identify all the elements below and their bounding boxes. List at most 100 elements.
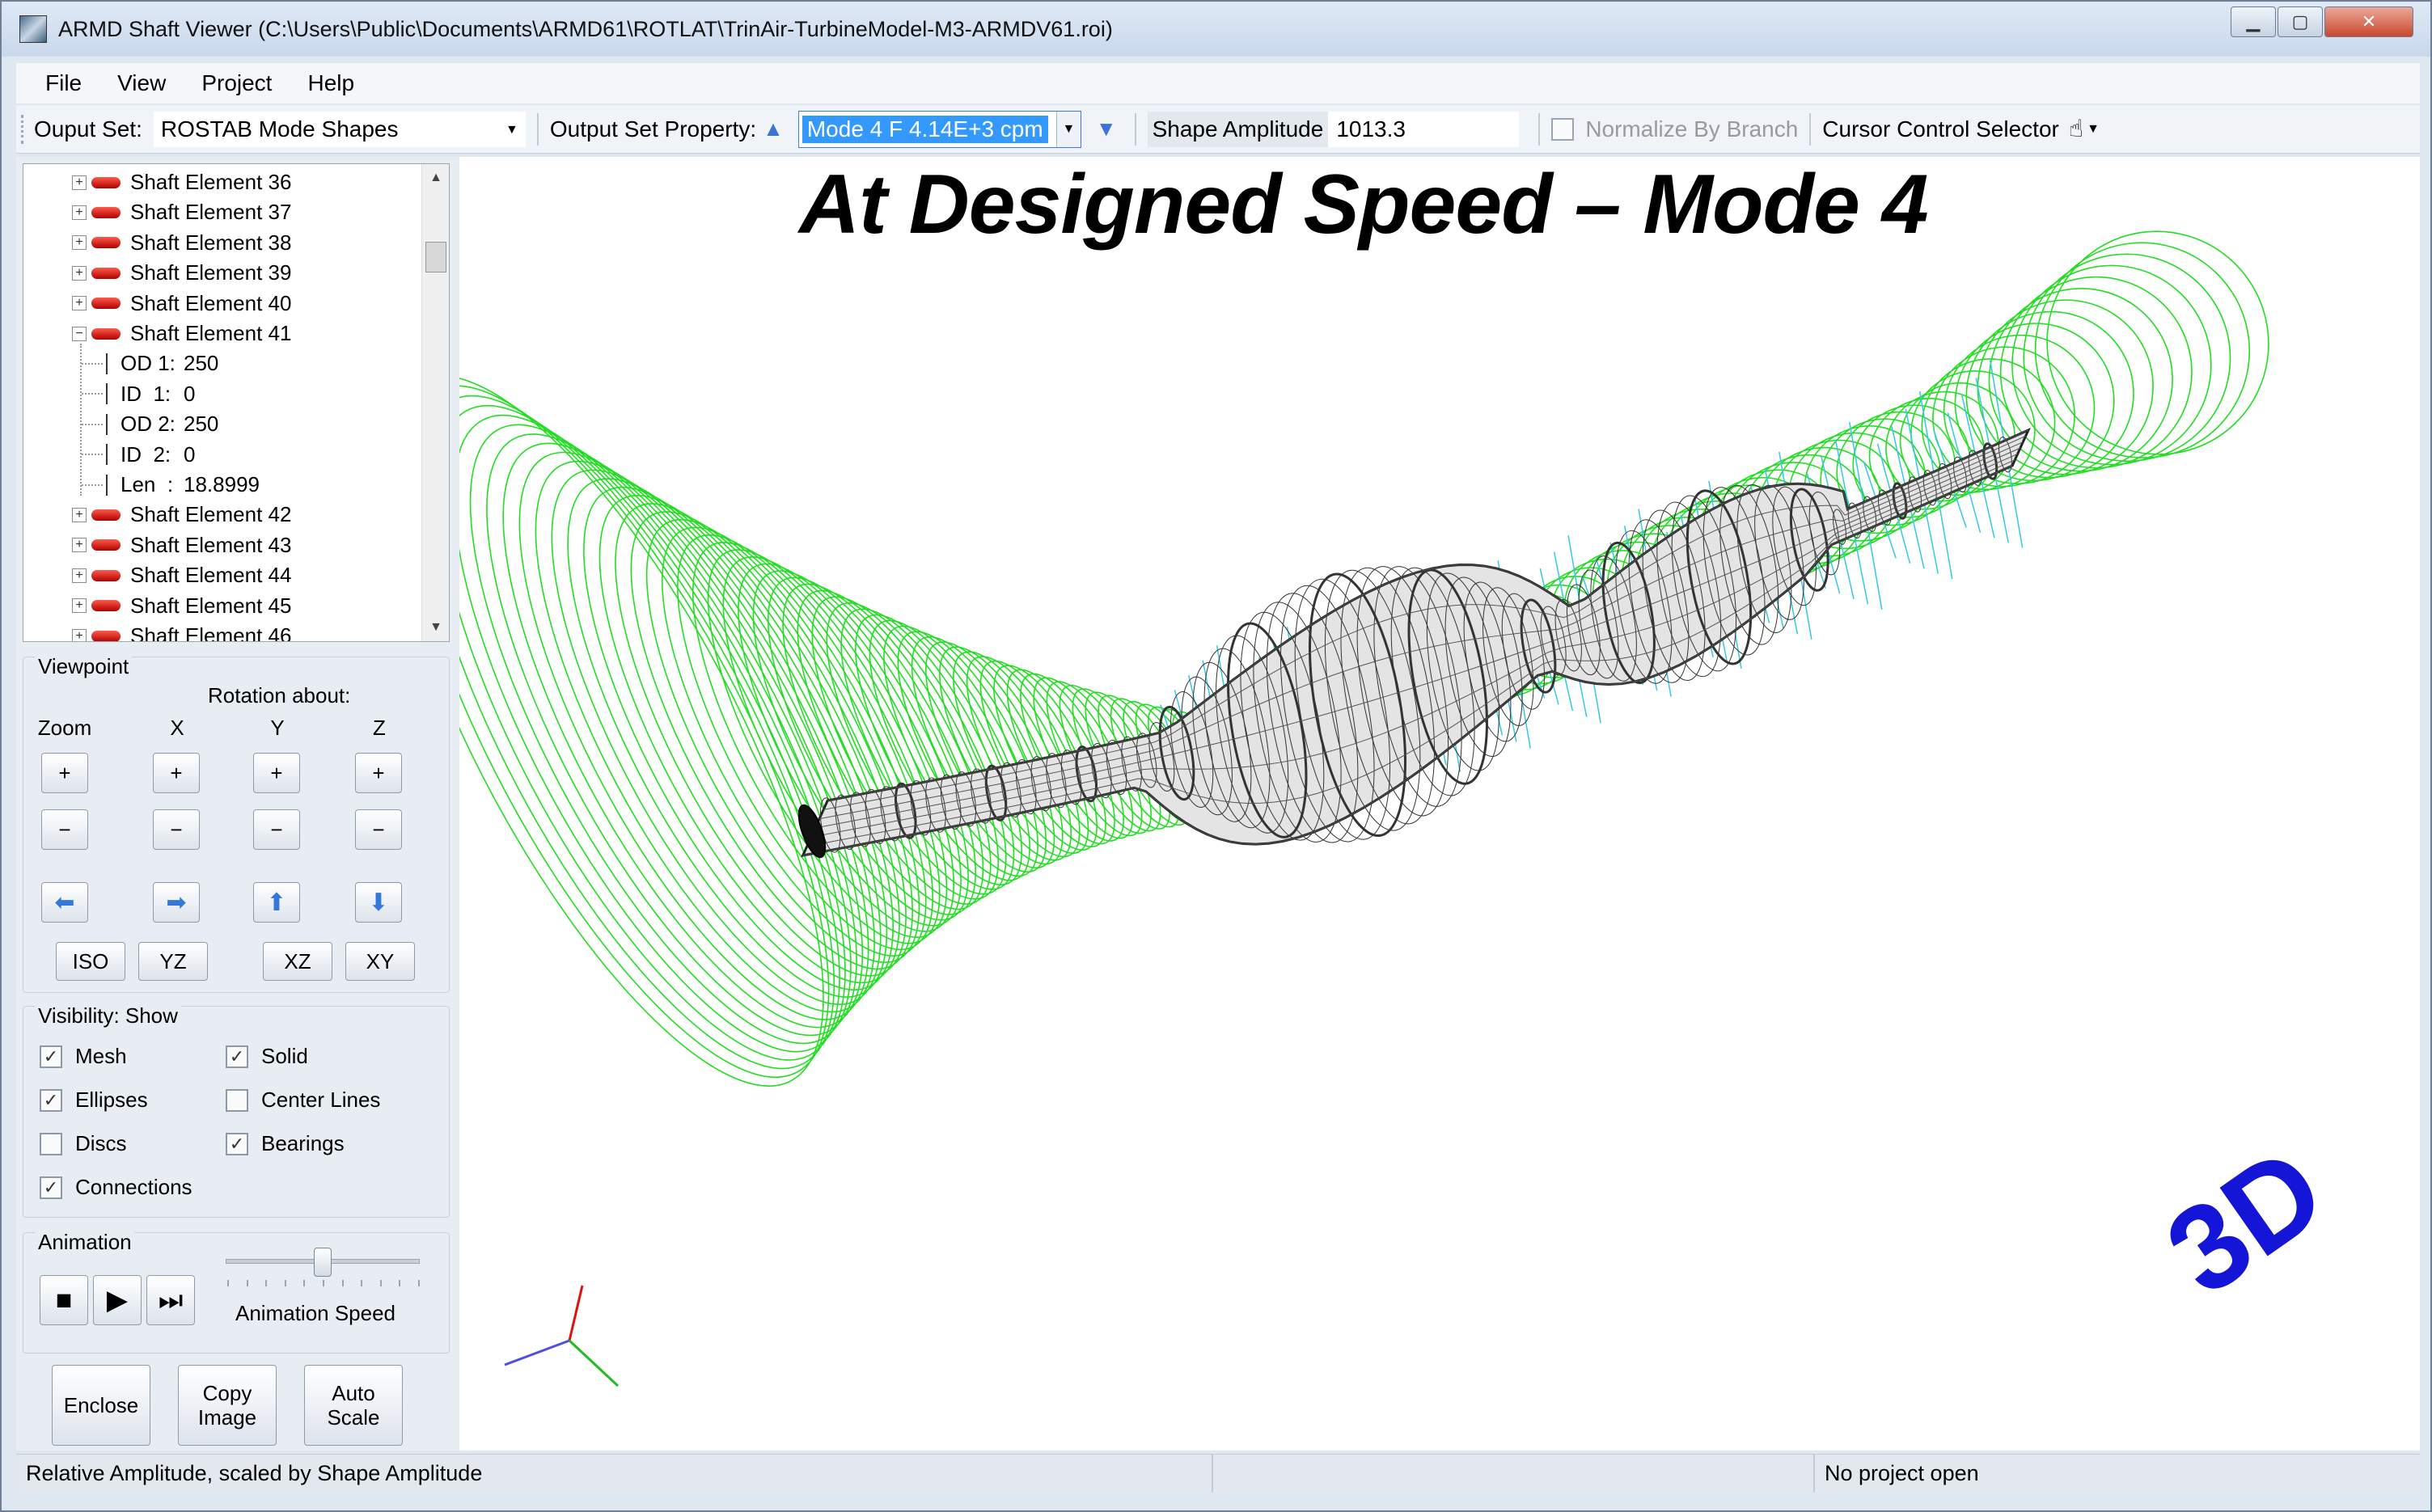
rotate-y-label: Y xyxy=(270,716,285,740)
maximize-button[interactable]: ▢ xyxy=(2278,6,2323,37)
rotate-y-minus-button[interactable]: − xyxy=(253,809,300,850)
step-button[interactable]: ⏭ xyxy=(146,1275,195,1325)
tree-property-row[interactable]: OD 2: 250 xyxy=(82,409,218,439)
normalize-by-branch-label: Normalize By Branch xyxy=(1585,116,1799,141)
show-ellipses-checkbox[interactable]: ✓ Ellipses xyxy=(40,1088,148,1113)
play-button[interactable]: ▶ xyxy=(93,1275,142,1325)
show-mesh-checkbox[interactable]: ✓ Mesh xyxy=(40,1044,127,1069)
expand-icon[interactable]: + xyxy=(72,568,87,583)
rotate-x-minus-button[interactable]: − xyxy=(153,809,200,850)
pan-down-button[interactable]: ⬇ xyxy=(355,882,402,923)
property-name: OD 2: xyxy=(121,412,176,437)
checkmark-icon[interactable]: ✓ xyxy=(226,1132,248,1155)
tree-item-shaft-element[interactable]: + Shaft Element 44 xyxy=(72,560,291,590)
tree-item-shaft-element[interactable]: + Shaft Element 37 xyxy=(72,197,291,227)
pan-left-button[interactable]: ⬅ xyxy=(41,882,88,923)
minimize-button[interactable]: ▁ xyxy=(2231,6,2276,37)
visibility-group: Visibility: Show ✓ Mesh ✓ Solid ✓ Ellipses Cen… xyxy=(23,1003,450,1218)
view-iso-button[interactable]: ISO xyxy=(56,942,125,981)
mode-ellipse xyxy=(692,542,941,944)
normalize-by-branch-checkbox[interactable] xyxy=(1551,117,1575,141)
scroll-down-icon[interactable]: ▼ xyxy=(422,614,449,641)
menu-view[interactable]: View xyxy=(117,70,166,96)
tree-item-label: Shaft Element 40 xyxy=(130,290,292,315)
toolbar-grip xyxy=(21,114,26,144)
tree-item-shaft-element[interactable]: + Shaft Element 39 xyxy=(72,258,291,288)
expand-icon[interactable]: + xyxy=(72,507,87,522)
next-mode-icon[interactable]: ▼ xyxy=(1096,116,1117,141)
tree-item-shaft-element[interactable]: + Shaft Element 45 xyxy=(72,591,291,621)
chevron-down-icon[interactable]: ▼ xyxy=(2087,122,2100,137)
show-center-lines-checkbox[interactable]: Center Lines xyxy=(226,1088,380,1113)
close-button[interactable]: ✕ xyxy=(2324,6,2413,37)
3d-viewport[interactable]: At Designed Speed – Mode 4 3D xyxy=(459,157,2420,1451)
show-solid-checkbox[interactable]: ✓ Solid xyxy=(226,1044,308,1069)
expand-icon[interactable]: + xyxy=(72,265,87,281)
app-window: ARMD Shaft Viewer (C:\Users\Public\Docum… xyxy=(0,0,2432,1512)
menu-project[interactable]: Project xyxy=(201,70,272,96)
pan-up-button[interactable]: ⬆ xyxy=(253,882,300,923)
menu-file[interactable]: File xyxy=(45,70,82,96)
tree-property-row[interactable]: ID 2: 0 xyxy=(82,440,195,470)
zoom-out-button[interactable]: − xyxy=(41,809,88,850)
stop-button[interactable]: ■ xyxy=(40,1275,88,1325)
shaft-element-icon xyxy=(91,237,121,249)
view-xy-button[interactable]: XY xyxy=(345,942,415,981)
expand-icon[interactable]: + xyxy=(72,296,87,311)
shaft-element-tree[interactable]: + Shaft Element 36 + Shaft Element 37 + Shaft… xyxy=(23,163,450,642)
previous-mode-icon[interactable]: ▲ xyxy=(763,116,784,141)
view-yz-button[interactable]: YZ xyxy=(138,942,208,981)
expand-icon[interactable]: + xyxy=(72,598,87,614)
tree-item-shaft-element[interactable]: + Shaft Element 38 xyxy=(72,228,291,258)
view-xz-button[interactable]: XZ xyxy=(263,942,332,981)
checkmark-icon[interactable]: ✓ xyxy=(40,1045,62,1068)
copy-image-button[interactable]: Copy Image xyxy=(178,1365,277,1446)
enclose-button[interactable]: Enclose xyxy=(52,1365,150,1446)
auto-scale-button[interactable]: Auto Scale xyxy=(304,1365,403,1446)
property-value: 250 xyxy=(184,412,219,437)
mode-ellipse xyxy=(486,433,857,1037)
tree-property-row[interactable]: OD 1: 250 xyxy=(82,348,218,378)
expand-icon[interactable]: + xyxy=(72,628,87,641)
rotate-y-plus-button[interactable]: + xyxy=(253,753,300,793)
rotate-z-plus-button[interactable]: + xyxy=(355,753,402,793)
checkmark-icon[interactable]: ✓ xyxy=(40,1176,62,1199)
scrollbar-thumb[interactable] xyxy=(425,242,446,272)
output-set-property-label: Output Set Property: xyxy=(549,116,757,141)
expand-icon[interactable]: + xyxy=(72,538,87,553)
shape-amplitude-input[interactable]: 1013.3 xyxy=(1328,111,1520,147)
tree-item-label: Shaft Element 37 xyxy=(130,200,292,225)
property-name: ID 1: xyxy=(121,381,171,406)
expand-icon[interactable]: + xyxy=(72,205,87,220)
output-set-property-dropdown[interactable]: Mode 4 F 4.14E+3 cpm ▼ xyxy=(797,110,1081,148)
show-bearings-checkbox[interactable]: ✓ Bearings xyxy=(226,1131,345,1156)
tree-item-shaft-element[interactable]: + Shaft Element 46 xyxy=(72,621,291,641)
checkmark-icon[interactable]: ✓ xyxy=(226,1045,248,1068)
checkbox-box[interactable] xyxy=(226,1088,248,1112)
expand-icon[interactable]: + xyxy=(72,175,87,190)
scroll-up-icon[interactable]: ▲ xyxy=(422,164,449,192)
tree-item-shaft-element[interactable]: + Shaft Element 42 xyxy=(72,500,291,530)
mode-ellipse xyxy=(469,424,852,1045)
hand-cursor-icon[interactable]: ☝ xyxy=(2069,115,2083,143)
rotate-x-plus-button[interactable]: + xyxy=(153,753,200,793)
collapse-icon[interactable]: − xyxy=(72,326,87,341)
animation-speed-slider-thumb[interactable] xyxy=(314,1248,332,1277)
tree-property-row[interactable]: ID 1: 0 xyxy=(82,379,195,409)
tree-scrollbar[interactable]: ▲ ▼ xyxy=(421,164,449,641)
menu-help[interactable]: Help xyxy=(307,70,354,96)
tree-item-shaft-element[interactable]: + Shaft Element 36 xyxy=(72,167,291,197)
pan-right-button[interactable]: ➡ xyxy=(153,882,200,923)
show-discs-checkbox[interactable]: Discs xyxy=(40,1131,127,1156)
checkbox-box[interactable] xyxy=(40,1132,62,1155)
output-set-dropdown[interactable]: ROSTAB Mode Shapes ▼ xyxy=(153,111,526,147)
tree-item-shaft-element[interactable]: + Shaft Element 43 xyxy=(72,530,291,560)
rotate-z-minus-button[interactable]: − xyxy=(355,809,402,850)
expand-icon[interactable]: + xyxy=(72,235,87,251)
show-connections-checkbox[interactable]: ✓ Connections xyxy=(40,1175,192,1200)
tree-property-row[interactable]: Len : 18.8999 xyxy=(82,470,260,500)
checkmark-icon[interactable]: ✓ xyxy=(40,1088,62,1112)
tree-item-shaft-element[interactable]: + Shaft Element 40 xyxy=(72,289,291,319)
tree-item-shaft-element[interactable]: − Shaft Element 41 xyxy=(72,319,291,348)
zoom-in-button[interactable]: + xyxy=(41,753,88,793)
